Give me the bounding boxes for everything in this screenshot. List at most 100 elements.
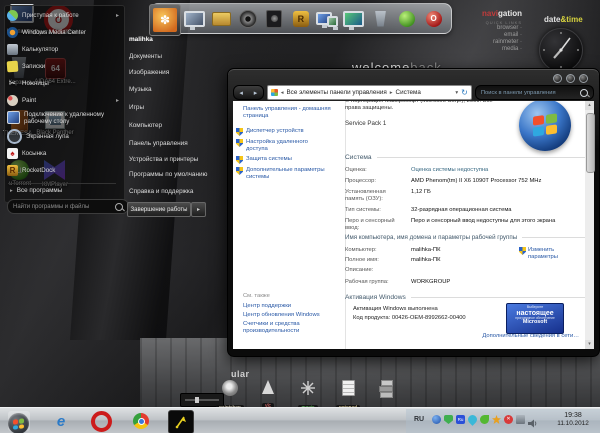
tray-icon-utorrent[interactable] — [432, 415, 441, 424]
menu-item-help-support[interactable]: Справка и поддержка — [129, 188, 209, 195]
shutdown-button[interactable]: Завершение работы — [127, 202, 191, 217]
genuine-microsoft-badge[interactable]: Выберите настоящее программное обеспечен… — [506, 303, 564, 334]
activation-section-header: Активация Windows — [345, 294, 585, 301]
breadcrumb-dropdown-icon[interactable]: ▾ — [455, 90, 458, 96]
tray-icon-volume[interactable] — [528, 415, 537, 424]
close-button[interactable] — [579, 74, 588, 83]
disc-icon[interactable] — [237, 8, 259, 30]
description-label: Описание: — [345, 267, 407, 274]
nav-link-media[interactable]: media · — [452, 46, 522, 53]
uac-shield-icon — [236, 156, 243, 164]
recycle-bin-icon[interactable] — [370, 8, 392, 30]
menu-item-control-panel[interactable]: Панель управления — [129, 140, 209, 147]
breadcrumb[interactable]: ◂ Все элементы панели управления ▸ Систе… — [267, 85, 472, 100]
menu-item-games[interactable]: Игры — [129, 104, 209, 111]
scroll-up-icon[interactable]: ▴ — [585, 101, 594, 110]
copyright-text: © Корпорация Майкрософт (Microsoft Corp.… — [345, 101, 495, 112]
pictures-folder-icon[interactable] — [210, 8, 232, 30]
chrome-taskbar-icon[interactable] — [130, 411, 152, 431]
datetime-widget-title: date&time — [544, 15, 583, 24]
shutdown-flyout-button[interactable]: ▸ — [191, 202, 206, 217]
see-also-header: См. также — [243, 293, 270, 299]
sidebar-home-link[interactable]: Панель управления - домашняя страница — [243, 106, 339, 120]
control-panel-search-input[interactable]: Поиск в панели управления — [475, 85, 594, 100]
menu-item-paint[interactable]: Paint▸ — [7, 93, 119, 107]
select-tool-icon[interactable] — [168, 410, 194, 433]
sidebar-device-manager-link[interactable]: Диспетчер устройств — [246, 128, 340, 135]
breadcrumb-current[interactable]: Система — [396, 89, 421, 96]
menu-item-remote-desktop[interactable]: Подключение к удаленному рабочему столу — [7, 109, 119, 126]
forward-button[interactable]: ▸ — [254, 89, 258, 97]
speaker-icon[interactable] — [263, 8, 285, 30]
language-indicator[interactable]: RU — [414, 416, 424, 423]
menu-item-solitaire[interactable]: ♠Косынка — [7, 146, 119, 160]
refresh-icon[interactable]: ↻ — [461, 88, 468, 97]
system-window: ◂ ▸ ◂ Все элементы панели управления ▸ С… — [227, 68, 600, 357]
change-settings-link[interactable]: Изменить параметры — [528, 247, 583, 261]
clock-hands-icon — [540, 29, 582, 71]
menu-item-computer[interactable]: Компьютер — [129, 122, 209, 129]
nav-link-browser[interactable]: browser · — [452, 25, 522, 32]
minimize-button[interactable] — [553, 74, 562, 83]
tray-icon-punto-switcher[interactable]: Ru — [456, 415, 465, 424]
opera-taskbar-icon[interactable] — [90, 411, 112, 431]
desktop: welcomeback ✽ ✽ ✽ ular navigation QUICK … — [0, 0, 600, 433]
menu-item-snipping-tool[interactable]: ✂Ножницы — [7, 76, 119, 90]
sidebar-system-protection-link[interactable]: Защита системы — [246, 156, 340, 163]
windows-update-link[interactable]: Центр обновления Windows — [243, 312, 339, 319]
menu-item-getting-started[interactable]: Приступая к работе▸ — [7, 8, 119, 22]
tray-icon-display[interactable] — [516, 415, 525, 424]
kmplayer-dock-icon[interactable] — [396, 8, 418, 30]
menu-item-devices-printers[interactable]: Устройства и принтеры — [129, 156, 209, 163]
start-button[interactable] — [8, 411, 30, 431]
menu-item-sticky-notes[interactable]: Записки — [7, 59, 119, 73]
nav-link-rainmeter[interactable]: rainmeter · — [452, 39, 522, 46]
all-programs-button[interactable]: ▸Все программы — [10, 187, 62, 194]
laptop-icon[interactable] — [184, 8, 206, 30]
tray-icon-error[interactable]: ✕ — [504, 415, 513, 424]
taskbar-clock[interactable]: 19:38 11.10.2012 — [548, 411, 598, 428]
pen-touch-label: Перо и сенсорный ввод: — [345, 218, 407, 232]
menu-item-pictures[interactable]: Изображения — [129, 69, 209, 76]
nav-link-email[interactable]: email · — [452, 32, 522, 39]
getting-started-icon — [7, 10, 18, 21]
uac-shield-icon — [236, 167, 243, 175]
sidebar-advanced-settings-link[interactable]: Дополнительные параметры системы — [246, 167, 332, 181]
menu-item-documents[interactable]: Документы — [129, 53, 209, 60]
search-icon — [115, 203, 123, 211]
menu-item-default-programs[interactable]: Программы по умолчанию — [129, 171, 209, 178]
action-center-link[interactable]: Центр поддержки — [243, 303, 339, 310]
pen-touch-value: Перо и сенсорный ввод недоступны для это… — [411, 218, 555, 224]
computer-value: malihka-ПК — [411, 247, 440, 253]
opera-dock-icon[interactable]: O — [423, 8, 445, 30]
badge-line1: Выберите — [507, 306, 563, 310]
workgroup-label: Рабочая группа: — [345, 279, 407, 286]
rocketdock-icon[interactable]: R — [290, 8, 312, 30]
maximize-button[interactable] — [566, 74, 575, 83]
scroll-down-icon[interactable]: ▾ — [585, 340, 594, 349]
back-button[interactable]: ◂ — [239, 89, 243, 97]
breadcrumb-root[interactable]: Все элементы панели управления — [286, 89, 386, 96]
user-name[interactable]: malihka — [129, 36, 209, 43]
internet-computer-icon[interactable] — [343, 8, 365, 30]
performance-tools-link[interactable]: Счетчики и средства производительности — [243, 321, 333, 335]
user-picture-frame[interactable]: ✽ — [149, 4, 181, 36]
computer-name-section-header: Имя компьютера, имя домена и параметры р… — [345, 234, 585, 241]
start-menu-search-input[interactable]: Найти программы и файлы — [7, 199, 129, 214]
sidebar-remote-access-link[interactable]: Настройка удаленного доступа — [246, 139, 326, 153]
more-info-link[interactable]: Дополнительные сведения в сети… — [429, 333, 579, 339]
menu-item-calculator[interactable]: Калькулятор — [7, 42, 119, 56]
menu-item-magnifier[interactable]: Экранная лупа — [7, 129, 119, 143]
scrollbar-thumb[interactable] — [586, 113, 595, 173]
vertical-scrollbar[interactable]: ▴ ▾ — [585, 101, 594, 349]
menu-item-media-center[interactable]: Windows Media Center — [7, 25, 119, 39]
network-icon[interactable] — [316, 8, 338, 30]
rainmeter-navigation-widget: navigation QUICK LINKS browser · email ·… — [452, 9, 522, 53]
rating-value[interactable]: Оценка системы недоступна — [411, 167, 488, 173]
internet-explorer-icon[interactable]: e — [50, 411, 72, 431]
tray-icon-leaf[interactable] — [480, 415, 489, 424]
slider-knob[interactable] — [195, 397, 199, 403]
menu-item-music[interactable]: Музыка — [129, 86, 209, 93]
menu-item-rocketdock[interactable]: RRocketDock — [7, 163, 119, 177]
clock-date: 11.10.2012 — [548, 420, 598, 428]
